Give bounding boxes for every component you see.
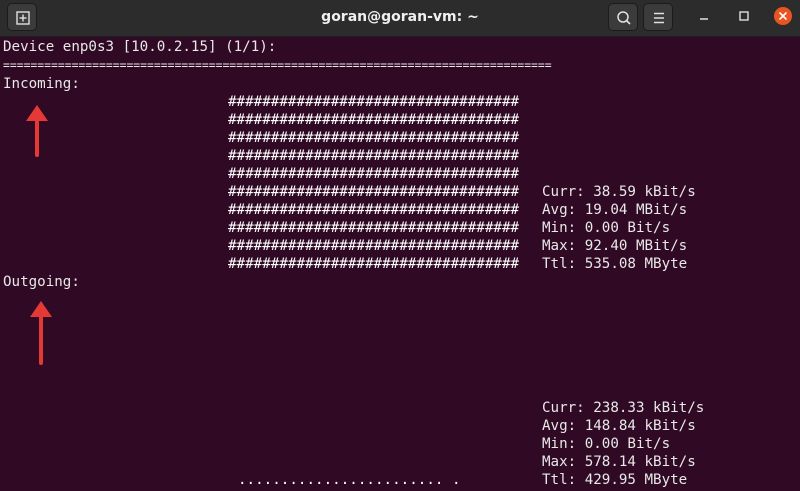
incoming-graph-row: ################################## [228, 130, 520, 146]
incoming-label: Incoming: [3, 76, 80, 92]
incoming-graph-row: ################################## [228, 184, 520, 200]
incoming-graph-row: ################################## [228, 166, 520, 182]
separator-line: ========================================… [3, 58, 552, 72]
window-title: goran@goran-vm: ~ [321, 9, 479, 25]
title-bar: goran@goran-vm: ~ [0, 0, 800, 37]
incoming-avg: Avg: 19.04 MBit/s [542, 202, 688, 218]
incoming-ttl: Ttl: 535.08 MByte [542, 256, 688, 272]
maximize-button[interactable] [730, 0, 758, 34]
incoming-curr: Curr: 38.59 kBit/s [542, 184, 696, 200]
outgoing-ttl: Ttl: 429.95 MByte [542, 472, 688, 488]
incoming-graph-row: ################################## [228, 148, 520, 164]
close-icon [774, 7, 792, 25]
outgoing-min: Min: 0.00 Bit/s [542, 436, 671, 452]
red-up-arrow-icon [30, 301, 52, 365]
outgoing-avg: Avg: 148.84 kBit/s [542, 418, 696, 434]
red-up-arrow-icon [26, 105, 48, 157]
outgoing-label: Outgoing: [3, 274, 80, 290]
incoming-graph-row: ################################## [228, 256, 520, 272]
outgoing-max: Max: 578.14 kBit/s [542, 454, 696, 470]
incoming-min: Min: 0.00 Bit/s [542, 220, 671, 236]
menu-button[interactable] [643, 3, 673, 31]
incoming-max: Max: 92.40 MBit/s [542, 238, 688, 254]
new-tab-icon [16, 11, 30, 25]
search-icon [617, 11, 631, 25]
maximize-icon [739, 11, 749, 21]
minimize-icon [700, 18, 708, 20]
device-line: Device enp0s3 [10.0.2.15] (1/1): [3, 39, 277, 55]
incoming-graph-row: ################################## [228, 94, 520, 110]
incoming-graph-row: ################################## [228, 112, 520, 128]
terminal-window: goran@goran-vm: ~ Device enp0s3 [10.0.2.… [0, 0, 800, 491]
incoming-graph-row: ################################## [228, 220, 520, 236]
outgoing-curr: Curr: 238.33 kBit/s [542, 400, 705, 416]
search-button[interactable] [608, 3, 638, 31]
outgoing-graph-row: ........................ . [238, 472, 461, 488]
terminal-output[interactable]: Device enp0s3 [10.0.2.15] (1/1): =======… [0, 37, 800, 491]
new-tab-button[interactable] [7, 3, 37, 31]
incoming-graph-row: ################################## [228, 202, 520, 218]
incoming-graph-row: ################################## [228, 238, 520, 254]
close-button[interactable] [770, 0, 798, 34]
minimize-button[interactable] [690, 0, 718, 34]
hamburger-menu-icon [654, 12, 664, 24]
